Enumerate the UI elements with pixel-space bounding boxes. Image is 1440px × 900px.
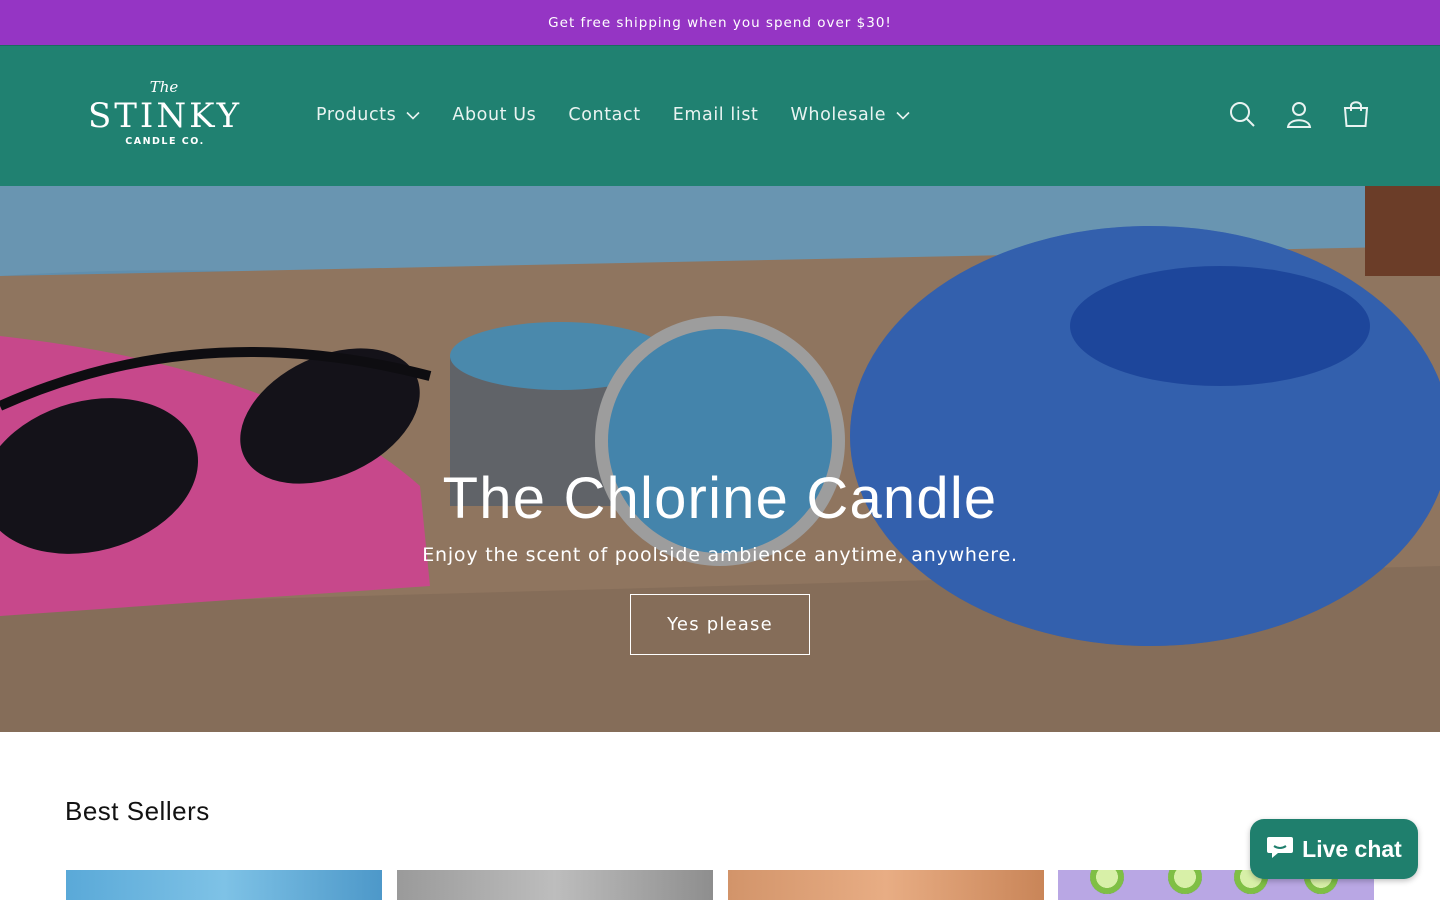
product-grid xyxy=(66,870,1389,900)
site-header: The STINKY CANDLE CO. Products About Us … xyxy=(0,45,1440,186)
product-card[interactable] xyxy=(66,870,382,900)
announcement-bar: Get free shipping when you spend over $3… xyxy=(0,0,1440,45)
product-card[interactable] xyxy=(728,870,1044,900)
hero-subtitle: Enjoy the scent of poolside ambience any… xyxy=(422,544,1018,566)
header-icons xyxy=(1207,92,1378,136)
search-icon[interactable] xyxy=(1220,92,1264,136)
store-logo[interactable]: The STINKY CANDLE CO. xyxy=(64,76,266,156)
chevron-down-icon xyxy=(406,111,420,120)
hero-content: The Chlorine Candle Enjoy the scent of p… xyxy=(0,464,1440,655)
hero-cta-button[interactable]: Yes please xyxy=(630,594,810,655)
nav-item-email-list[interactable]: Email list xyxy=(657,93,775,137)
nav-item-label: About Us xyxy=(452,105,537,125)
live-chat-label: Live chat xyxy=(1302,835,1402,862)
live-chat-button[interactable]: Live chat xyxy=(1250,819,1418,879)
announcement-text: Get free shipping when you spend over $3… xyxy=(548,14,892,31)
cucumber-slice xyxy=(1168,870,1202,894)
hero-banner: The Chlorine Candle Enjoy the scent of p… xyxy=(0,186,1440,732)
nav-item-label: Products xyxy=(316,105,397,125)
chat-bubble-icon xyxy=(1266,834,1294,864)
account-icon[interactable] xyxy=(1277,92,1321,136)
cart-icon[interactable] xyxy=(1334,92,1378,136)
nav-item-label: Wholesale xyxy=(790,105,887,125)
nav-item-label: Email list xyxy=(672,105,759,125)
nav-item-about-us[interactable]: About Us xyxy=(436,93,552,137)
hero-title: The Chlorine Candle xyxy=(442,466,998,531)
nav-item-label: Contact xyxy=(568,105,641,125)
logo-the: The xyxy=(149,78,179,96)
nav-item-wholesale[interactable]: Wholesale xyxy=(775,93,927,137)
logo-subtitle: CANDLE CO. xyxy=(125,136,205,147)
nav-item-products[interactable]: Products xyxy=(300,93,436,137)
cucumber-slice xyxy=(1090,870,1124,894)
logo-wordmark: STINKY xyxy=(87,96,243,136)
best-sellers-heading: Best Sellers xyxy=(65,796,210,826)
chevron-down-icon xyxy=(896,111,910,120)
nav-item-contact[interactable]: Contact xyxy=(552,93,656,137)
product-card[interactable] xyxy=(397,870,713,900)
main-nav: Products About Us Contact Email list Who… xyxy=(300,93,926,137)
